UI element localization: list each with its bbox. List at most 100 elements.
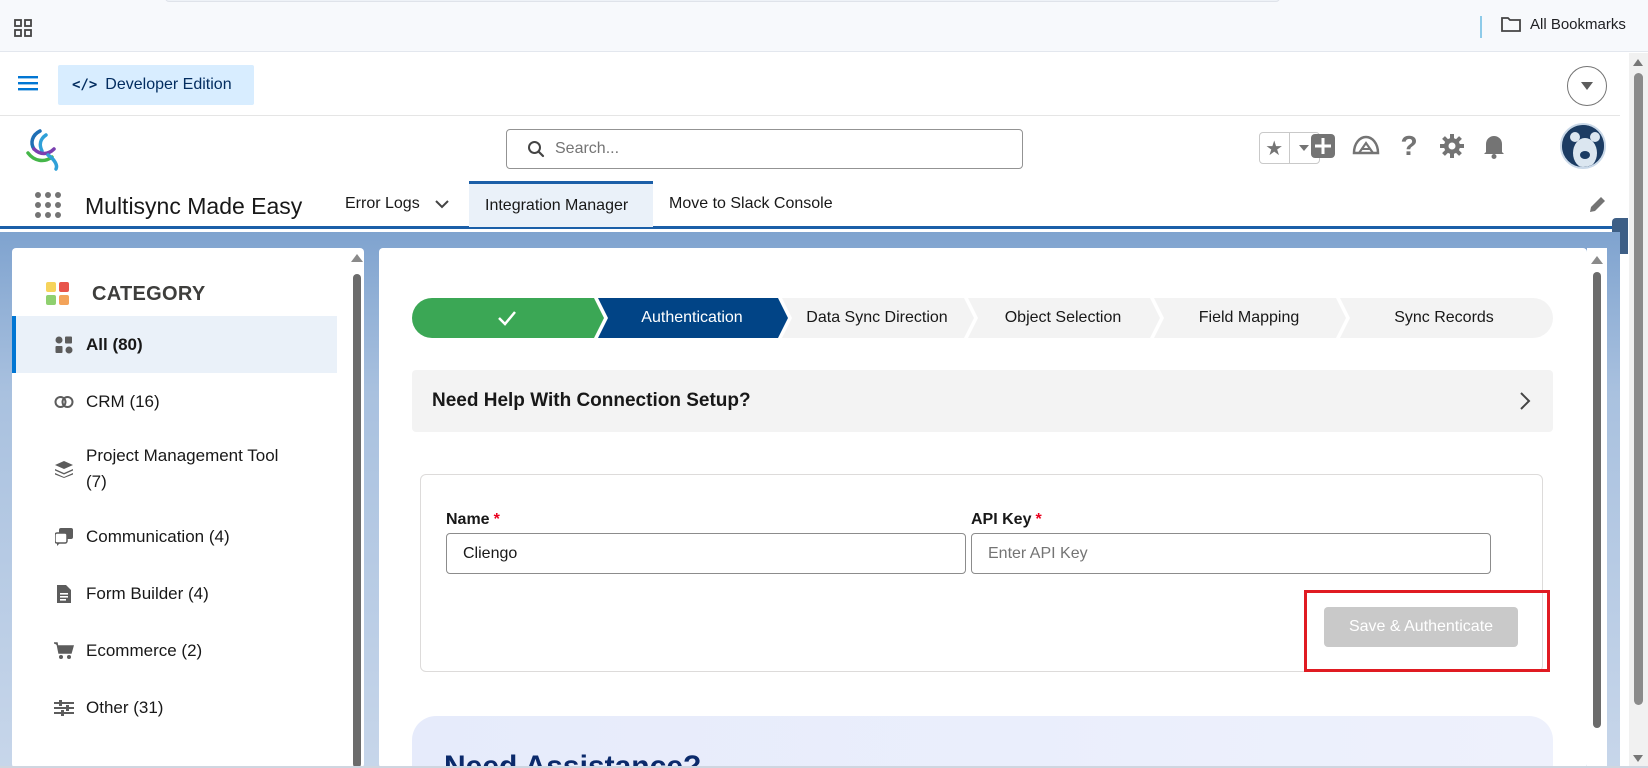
company-logo-icon — [26, 129, 59, 171]
path-step-label: Object Selection — [1004, 309, 1122, 326]
sidebar-scroll-thumb[interactable] — [353, 274, 361, 768]
bookmarks-divider — [1480, 16, 1482, 38]
global-search-input[interactable] — [555, 140, 995, 158]
category-item-communication[interactable]: Communication (4) — [12, 508, 337, 565]
category-item-label-wrap: Project Management Tool (7) — [86, 443, 278, 495]
required-marker: * — [1035, 511, 1042, 528]
category-item-label: CRM (16) — [86, 391, 160, 411]
main-scroll-thumb[interactable] — [1593, 272, 1601, 728]
name-label-text: Name — [446, 511, 490, 528]
org-dropdown-button[interactable] — [1567, 66, 1607, 106]
category-item-label: Form Builder (4) — [86, 583, 209, 603]
code-icon: </> — [72, 77, 98, 93]
name-input[interactable] — [446, 533, 966, 574]
category-item-label: All (80) — [86, 334, 143, 354]
global-create-icon[interactable] — [1308, 131, 1338, 161]
tab-move-to-slack-console-label: Move to Slack Console — [669, 195, 833, 212]
main-panel-scrollbar[interactable] — [1587, 248, 1607, 768]
category-header: CATEGORY — [46, 282, 206, 306]
sliders-icon — [54, 698, 74, 718]
path-step-sync-records[interactable]: Sync Records — [1344, 298, 1544, 338]
category-item-label: Other (31) — [86, 697, 164, 717]
document-icon — [54, 584, 74, 604]
category-item-other[interactable]: Other (31) — [12, 679, 337, 736]
crm-icon — [54, 392, 74, 412]
all-apps-icon — [54, 335, 74, 355]
search-icon — [528, 141, 545, 158]
developer-edition-badge[interactable]: </> Developer Edition — [58, 65, 254, 105]
trailhead-icon[interactable] — [1351, 131, 1381, 161]
folder-icon — [1501, 17, 1521, 32]
tab-move-to-slack-console[interactable]: Move to Slack Console — [653, 181, 849, 227]
category-item-label: Project Management Tool — [86, 446, 279, 465]
address-bar-edge[interactable] — [165, 0, 1280, 2]
apps-grid-icon[interactable] — [13, 18, 33, 38]
browser-bookmarks-bar: All Bookmarks — [0, 0, 1648, 52]
path-step-label: Data Sync Direction — [806, 309, 948, 326]
category-item-all[interactable]: All (80) — [12, 316, 337, 373]
name-field-label: Name * — [446, 511, 500, 529]
tab-integration-manager[interactable]: Integration Manager — [469, 181, 653, 227]
setup-progress-path: Authentication Data Sync Direction Objec… — [412, 298, 1553, 338]
integration-main-panel: Authentication Data Sync Direction Objec… — [379, 248, 1587, 768]
api-key-field-label: API Key * — [971, 511, 1042, 529]
browser-scrollbar[interactable] — [1629, 53, 1648, 768]
annotation-highlight-box — [1304, 590, 1550, 672]
path-step-label: Field Mapping — [1198, 309, 1300, 326]
chevron-down-icon[interactable] — [434, 199, 450, 209]
sidebar-scrollbar[interactable] — [350, 248, 364, 768]
layers-icon — [54, 459, 74, 479]
required-marker: * — [493, 511, 500, 528]
scroll-up-arrow-icon[interactable] — [1591, 256, 1603, 264]
api-key-label-text: API Key — [971, 511, 1032, 528]
category-item-form-builder[interactable]: Form Builder (4) — [12, 565, 337, 622]
scroll-up-arrow-icon[interactable] — [351, 254, 363, 262]
user-avatar[interactable] — [1560, 123, 1606, 169]
all-bookmarks-button[interactable]: All Bookmarks — [1500, 15, 1626, 33]
category-item-crm[interactable]: CRM (16) — [12, 373, 337, 430]
help-accordion-title: Need Help With Connection Setup? — [432, 390, 751, 411]
notifications-bell-icon[interactable] — [1479, 131, 1509, 161]
global-header: ★ ? — [0, 117, 1620, 181]
developer-edition-label: Developer Edition — [105, 76, 232, 93]
category-item-label: Communication (4) — [86, 526, 230, 546]
browser-scroll-thumb[interactable] — [1634, 73, 1643, 705]
chevron-right-icon[interactable] — [1519, 391, 1531, 411]
category-item-ecommerce[interactable]: Ecommerce (2) — [12, 622, 337, 679]
hamburger-menu-icon[interactable] — [18, 74, 38, 92]
category-item-project-management[interactable]: Project Management Tool (7) — [12, 430, 337, 508]
path-step-object-selection[interactable]: Object Selection — [972, 298, 1154, 338]
path-step-data-sync-direction[interactable]: Data Sync Direction — [786, 298, 968, 338]
caret-down-icon — [1581, 82, 1593, 90]
category-squares-icon — [46, 282, 69, 305]
favorites-star-icon[interactable]: ★ — [1260, 133, 1290, 163]
all-bookmarks-label: All Bookmarks — [1530, 15, 1626, 33]
tab-error-logs[interactable]: Error Logs — [329, 181, 466, 227]
path-step-label: Sync Records — [1394, 309, 1494, 326]
chat-icon — [54, 527, 74, 547]
scroll-down-arrow-icon[interactable] — [1633, 755, 1643, 762]
cart-icon — [54, 641, 74, 661]
app-launcher-waffle-icon[interactable] — [34, 191, 62, 219]
category-item-label: Ecommerce (2) — [86, 640, 203, 660]
help-accordion[interactable]: Need Help With Connection Setup? — [412, 370, 1553, 432]
edit-nav-pencil-icon[interactable] — [1587, 195, 1607, 215]
category-sidebar: CATEGORY All (80) CRM (16) Project Manag… — [12, 248, 364, 768]
setup-gear-icon[interactable] — [1437, 131, 1467, 161]
app-name: Multisync Made Easy — [85, 193, 303, 219]
help-icon[interactable]: ? — [1394, 130, 1424, 161]
category-title: CATEGORY — [92, 282, 206, 305]
path-step-label: Authentication — [641, 309, 743, 326]
global-search-box[interactable] — [506, 129, 1023, 169]
check-icon — [498, 311, 516, 326]
category-item-label-count: (7) — [86, 472, 107, 491]
api-key-input[interactable] — [971, 533, 1491, 574]
scroll-up-arrow-icon[interactable] — [1633, 59, 1643, 66]
path-step-field-mapping[interactable]: Field Mapping — [1158, 298, 1340, 338]
path-step-complete[interactable] — [412, 298, 602, 338]
path-step-authentication[interactable]: Authentication — [602, 298, 782, 338]
app-navigation-bar: Multisync Made Easy Error Logs Integrati… — [0, 181, 1620, 229]
tab-error-logs-label: Error Logs — [345, 195, 420, 212]
org-bar: </> Developer Edition — [0, 53, 1620, 116]
tab-integration-manager-label: Integration Manager — [485, 196, 629, 214]
